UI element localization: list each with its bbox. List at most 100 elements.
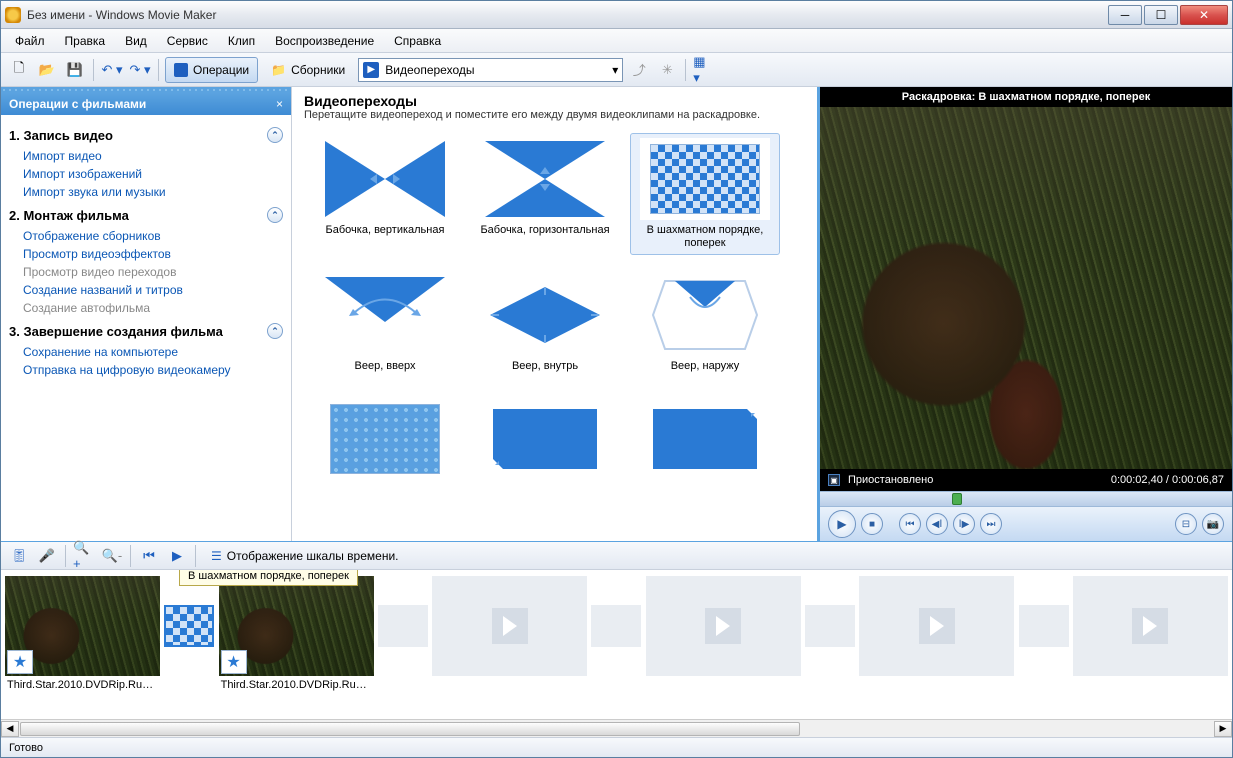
task-item[interactable]: Создание названий и титров <box>9 281 283 299</box>
task-section-title: 1. Запись видео <box>9 128 113 143</box>
transition-item[interactable]: В шахматном порядке, поперек <box>630 133 780 255</box>
task-item[interactable]: Сохранение на компьютере <box>9 343 283 361</box>
task-section-title: 2. Монтаж фильма <box>9 208 129 223</box>
close-tasks-icon[interactable]: × <box>276 97 283 111</box>
storyboard-clip-empty[interactable] <box>1073 576 1228 676</box>
task-item[interactable]: Импорт видео <box>9 147 283 165</box>
snapshot-button[interactable]: 📷 <box>1202 513 1224 535</box>
operations-button[interactable]: Операции <box>165 57 258 83</box>
close-button[interactable]: ✕ <box>1180 5 1228 25</box>
transition-item[interactable]: Бабочка, горизонтальная <box>470 133 620 255</box>
transition-thumb-icon <box>480 274 610 356</box>
new-button[interactable]: 🗋 <box>7 58 31 82</box>
location-dropdown[interactable]: ▶ Видеопереходы ▾ <box>358 58 623 82</box>
task-item[interactable]: Импорт изображений <box>9 165 283 183</box>
menu-clip[interactable]: Клип <box>220 32 263 50</box>
window-title: Без имени - Windows Movie Maker <box>27 8 1106 22</box>
transition-thumb-icon <box>480 398 610 480</box>
transition-item[interactable]: Бабочка, вертикальная <box>310 133 460 255</box>
task-item: Просмотр видео переходов <box>9 263 283 281</box>
menu-tools[interactable]: Сервис <box>159 32 216 50</box>
redo-button[interactable]: ↷ ▾ <box>128 58 152 82</box>
task-item[interactable]: Отображение сборников <box>9 227 283 245</box>
transition-item[interactable] <box>310 393 460 485</box>
storyboard-transition-empty[interactable] <box>591 576 642 676</box>
next-clip-button[interactable]: ⏭ <box>980 513 1002 535</box>
step-fwd-button[interactable]: Ⅰ▶ <box>953 513 975 535</box>
separator <box>93 59 94 81</box>
collapse-icon[interactable]: ⌃ <box>267 207 283 223</box>
storyboard-clip[interactable]: ★ Third.Star.2010.DVDRip.Rus-... <box>219 576 374 694</box>
transition-item[interactable]: Веер, внутрь <box>470 269 620 378</box>
play-button[interactable]: ▶ <box>828 510 856 538</box>
scroll-left-icon[interactable]: ◀ <box>1 721 19 737</box>
menu-edit[interactable]: Правка <box>57 32 114 50</box>
timeline-icon: ☰ <box>211 549 222 563</box>
titlebar: Без имени - Windows Movie Maker ─ ☐ ✕ <box>1 1 1232 29</box>
task-item[interactable]: Просмотр видеоэффектов <box>9 245 283 263</box>
prev-clip-button[interactable]: ⏮ <box>899 513 921 535</box>
play-placeholder-icon <box>492 608 528 644</box>
storyboard-clip-empty[interactable] <box>432 576 587 676</box>
effect-badge-icon[interactable]: ★ <box>221 650 247 674</box>
task-section-header[interactable]: 2. Монтаж фильма ⌃ <box>9 207 283 223</box>
app-window: Без имени - Windows Movie Maker ─ ☐ ✕ Фа… <box>0 0 1233 758</box>
storyboard-transition[interactable] <box>164 576 215 676</box>
separator <box>65 545 66 567</box>
scroll-right-icon[interactable]: ▶ <box>1214 721 1232 737</box>
storyboard-transition-empty[interactable] <box>805 576 856 676</box>
collections-button[interactable]: 📁 Сборники <box>262 57 354 83</box>
step-back-button[interactable]: ◀Ⅰ <box>926 513 948 535</box>
task-item[interactable]: Отправка на цифровую видеокамеру <box>9 361 283 379</box>
open-button[interactable]: 📂 <box>35 58 59 82</box>
preview-seek-track[interactable] <box>820 491 1232 507</box>
effect-badge-icon[interactable]: ★ <box>7 650 33 674</box>
storyboard-clip[interactable]: ★ Third.Star.2010.DVDRip.Rus-... <box>5 576 160 694</box>
preview-video <box>820 107 1232 469</box>
menu-file[interactable]: Файл <box>7 32 53 50</box>
task-section-header[interactable]: 3. Завершение создания фильма⌃ <box>9 323 283 339</box>
collapse-icon[interactable]: ⌃ <box>267 127 283 143</box>
task-section-header[interactable]: 1. Запись видео ⌃ <box>9 127 283 143</box>
transition-item[interactable] <box>470 393 620 485</box>
undo-button[interactable]: ↶ ▾ <box>100 58 124 82</box>
storyboard-clip-empty[interactable] <box>646 576 801 676</box>
menu-view[interactable]: Вид <box>117 32 155 50</box>
menu-playback[interactable]: Воспроизведение <box>267 32 382 50</box>
collapse-icon[interactable]: ⌃ <box>267 323 283 339</box>
storyboard-transition-empty[interactable] <box>1018 576 1069 676</box>
split-button[interactable]: ⊟ <box>1175 513 1197 535</box>
horizontal-scrollbar[interactable]: ◀ ▶ <box>1 719 1232 737</box>
maximize-button[interactable]: ☐ <box>1144 5 1178 25</box>
save-button[interactable]: 💾 <box>63 58 87 82</box>
zoom-out-button[interactable]: 🔍- <box>100 544 124 568</box>
minimize-button[interactable]: ─ <box>1108 5 1142 25</box>
transition-item[interactable]: Веер, вверх <box>310 269 460 378</box>
transition-item[interactable] <box>630 393 780 485</box>
scroll-thumb[interactable] <box>20 722 800 736</box>
menu-help[interactable]: Справка <box>386 32 449 50</box>
rewind-storyboard-button[interactable]: ⏮ <box>137 544 161 568</box>
play-storyboard-button[interactable]: ▶ <box>165 544 189 568</box>
storyboard-clip-empty[interactable] <box>859 576 1014 676</box>
view-mode-button[interactable]: ▦ ▾ <box>692 58 716 82</box>
new-folder-button[interactable]: ✳ <box>655 58 679 82</box>
narrate-button[interactable]: 🎤 <box>35 544 59 568</box>
tasks-header-label: Операции с фильмами <box>9 97 146 111</box>
monitor-icon: ▣ <box>828 474 840 486</box>
separator <box>130 545 131 567</box>
set-audio-button[interactable]: 🎚 <box>7 544 31 568</box>
transition-label: Веер, внутрь <box>512 356 578 373</box>
up-folder-button[interactable]: ⤴ <box>627 58 651 82</box>
transition-label: Веер, наружу <box>671 356 740 373</box>
task-item[interactable]: Импорт звука или музыки <box>9 183 283 201</box>
preview-status-text: Приостановлено <box>848 474 933 486</box>
timeline-toolbar: 🎚 🎤 🔍+ 🔍- ⏮ ▶ ☰ Отображение шкалы времен… <box>1 541 1232 569</box>
stop-button[interactable]: ■ <box>861 513 883 535</box>
play-placeholder-icon <box>1132 608 1168 644</box>
toggle-timeline-button[interactable]: ☰ Отображение шкалы времени. <box>202 543 407 569</box>
seek-thumb[interactable] <box>952 493 962 505</box>
zoom-in-button[interactable]: 🔍+ <box>72 544 96 568</box>
transition-item[interactable]: Веер, наружу <box>630 269 780 378</box>
storyboard-transition-empty[interactable] <box>378 576 429 676</box>
